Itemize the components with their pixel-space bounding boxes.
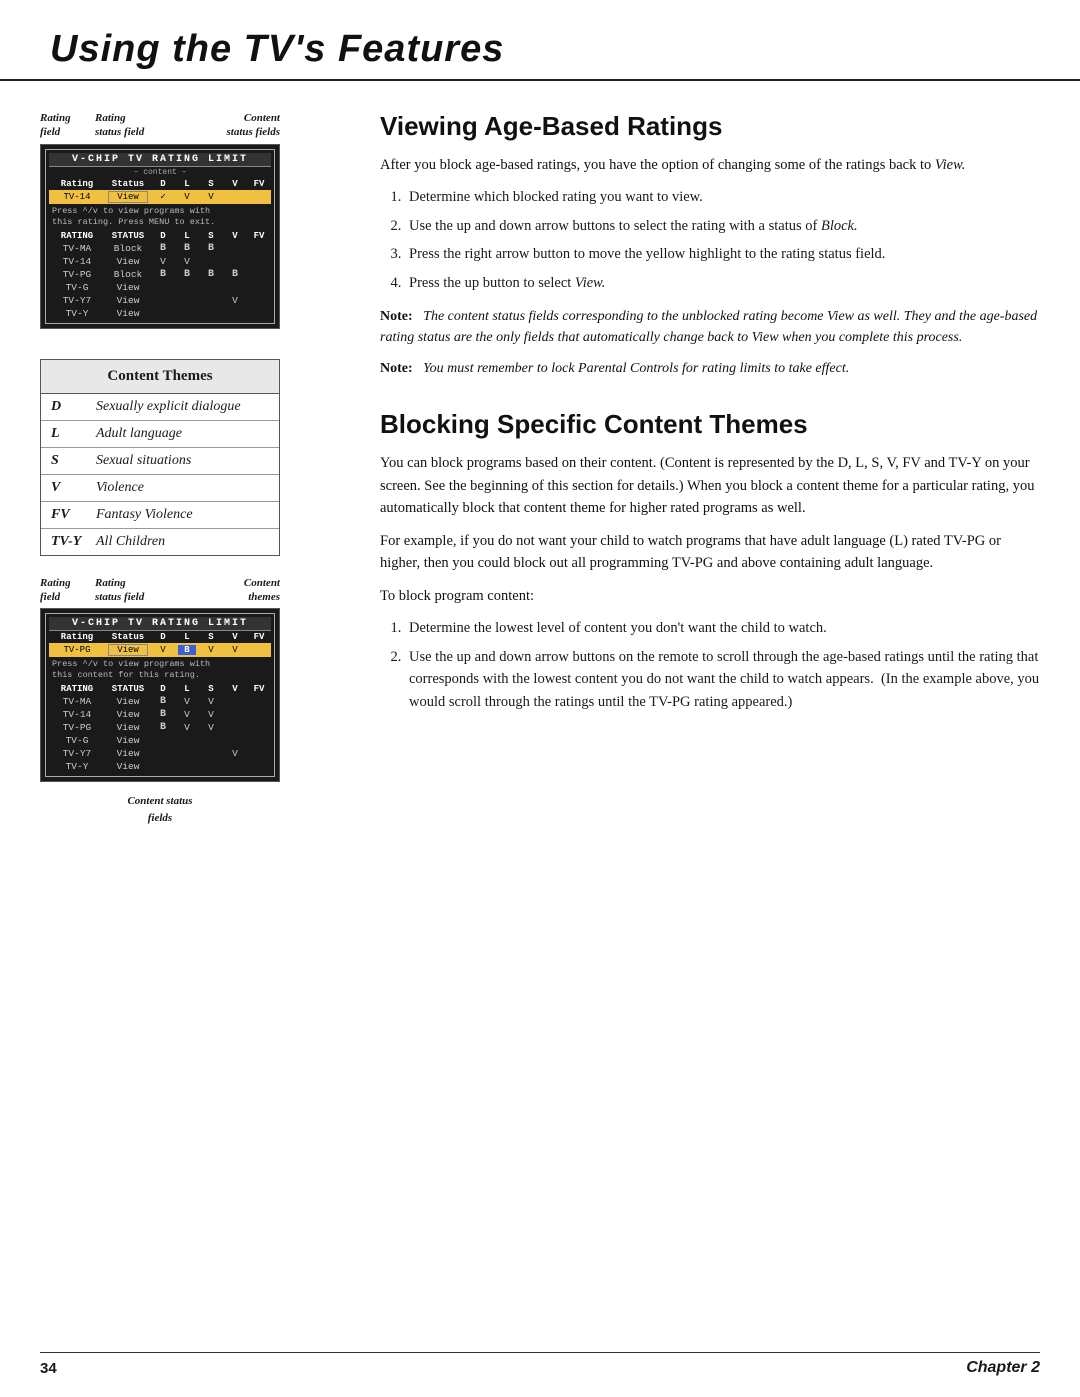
tv2-note: Press ^/v to view programs withthis cont… bbox=[49, 657, 271, 683]
ct-code-v: V bbox=[51, 480, 96, 496]
tv-subtitle: – content – bbox=[49, 167, 271, 178]
screen1-labels: Ratingfield Ratingstatus field Contentst… bbox=[40, 111, 280, 140]
tv2-data-row: TV-G View bbox=[49, 734, 271, 747]
section2-steps: Determine the lowest level of content yo… bbox=[405, 617, 1040, 713]
rating-field-label: Ratingfield bbox=[40, 111, 95, 140]
note2-label: Note: bbox=[380, 361, 413, 376]
footer-chapter: Chapter 2 bbox=[966, 1359, 1040, 1377]
tv-screen-1: V-CHIP TV RATING LIMIT – content – Ratin… bbox=[40, 144, 280, 329]
section2-intro-steps: To block program content: bbox=[380, 585, 1040, 607]
main-content: Ratingfield Ratingstatus field Contentst… bbox=[0, 111, 1080, 826]
screen2-content-label: Contentthemes bbox=[175, 576, 280, 605]
tv-data-row: TV-Y7 View V bbox=[49, 294, 271, 307]
ct-desc-v: Violence bbox=[96, 480, 144, 496]
ct-code-d: D bbox=[51, 399, 96, 415]
section1-step-3: Press the right arrow button to move the… bbox=[405, 243, 1040, 265]
content-themes-header: Content Themes bbox=[41, 360, 279, 394]
ct-desc-tvy: All Children bbox=[96, 534, 165, 550]
note2-block: Note: You must remember to lock Parental… bbox=[380, 358, 1040, 379]
tv-data-row: TV-14 View V V bbox=[49, 255, 271, 268]
ct-row-fv: FV Fantasy Violence bbox=[41, 502, 279, 529]
ct-desc-s: Sexual situations bbox=[96, 453, 191, 469]
tv2-col-header: Rating Status D L S V FV bbox=[49, 631, 271, 643]
ct-desc-l: Adult language bbox=[96, 426, 182, 442]
ct-code-tvy: TV-Y bbox=[51, 534, 96, 550]
rating-status-label: Ratingstatus field bbox=[95, 111, 170, 140]
right-column: Viewing Age-Based Ratings After you bloc… bbox=[370, 111, 1040, 826]
screen2-rating-label: Ratingfield bbox=[40, 576, 95, 605]
tv2-highlighted-row: TV-PG View V B V V bbox=[49, 643, 271, 657]
tv-data-row: TV-Y View bbox=[49, 307, 271, 320]
section2-title: Blocking Specific Content Themes bbox=[380, 409, 1040, 440]
ct-desc-fv: Fantasy Violence bbox=[96, 507, 193, 523]
tv-screen-2: V-CHIP TV RATING LIMIT Rating Status D L… bbox=[40, 608, 280, 782]
section1-steps: Determine which blocked rating you want … bbox=[405, 186, 1040, 294]
note1-block: Note: The content status fields correspo… bbox=[380, 306, 1040, 348]
tv-title-bar-2: V-CHIP TV RATING LIMIT bbox=[49, 617, 271, 631]
tv-col-header: Rating Status D L S V FV bbox=[49, 178, 271, 190]
section2-para2: For example, if you do not want your chi… bbox=[380, 530, 1040, 575]
screen2-labels: Ratingfield Ratingstatus field Contentth… bbox=[40, 576, 280, 605]
tv2-data-row: TV-14 View B V V bbox=[49, 708, 271, 721]
ct-row-d: D Sexually explicit dialogue bbox=[41, 394, 279, 421]
ct-code-fv: FV bbox=[51, 507, 96, 523]
content-status-fields-label: Content statusfields bbox=[40, 792, 280, 826]
section2-step-2: Use the up and down arrow buttons on the… bbox=[405, 646, 1040, 713]
content-status-label: Contentstatus fields bbox=[170, 111, 280, 140]
page-header: Using the TV's Features bbox=[0, 0, 1080, 81]
tv2-data-row: TV-PG View B V V bbox=[49, 721, 271, 734]
tv-title-bar-1: V-CHIP TV RATING LIMIT bbox=[49, 153, 271, 167]
tv-col-header-2: RATING STATUS D L S V FV bbox=[49, 230, 271, 242]
tv2-col-header-2: RATING STATUS D L S V FV bbox=[49, 683, 271, 695]
left-column: Ratingfield Ratingstatus field Contentst… bbox=[40, 111, 340, 826]
ct-desc-d: Sexually explicit dialogue bbox=[96, 399, 241, 415]
section1-intro: After you block age-based ratings, you h… bbox=[380, 154, 1040, 176]
tv-data-row: TV-G View bbox=[49, 281, 271, 294]
page-title: Using the TV's Features bbox=[50, 28, 1030, 71]
page-footer: 34 Chapter 2 bbox=[40, 1352, 1040, 1377]
ct-row-s: S Sexual situations bbox=[41, 448, 279, 475]
ct-row-l: L Adult language bbox=[41, 421, 279, 448]
ct-code-s: S bbox=[51, 453, 96, 469]
section1-step-4: Press the up button to select View. bbox=[405, 272, 1040, 294]
section1-step-1: Determine which blocked rating you want … bbox=[405, 186, 1040, 208]
tv2-data-row: TV-Y7 View V bbox=[49, 747, 271, 760]
footer-page-number: 34 bbox=[40, 1360, 57, 1377]
tv-data-row: TV-MA Block B B B bbox=[49, 242, 271, 255]
section1-title: Viewing Age-Based Ratings bbox=[380, 111, 1040, 142]
screen2-status-label: Ratingstatus field bbox=[95, 576, 175, 605]
section1-step-2: Use the up and down arrow buttons to sel… bbox=[405, 215, 1040, 237]
tv2-data-row: TV-MA View B V V bbox=[49, 695, 271, 708]
tv-highlighted-row: TV-14 View ✓ V V bbox=[49, 190, 271, 204]
section2-para1: You can block programs based on their co… bbox=[380, 452, 1040, 519]
tv-data-row: TV-PG Block B B B B bbox=[49, 268, 271, 281]
tv-note-1: Press ^/v to view programs withthis rati… bbox=[49, 204, 271, 230]
ct-row-tvy: TV-Y All Children bbox=[41, 529, 279, 555]
ct-row-v: V Violence bbox=[41, 475, 279, 502]
section2-step-1: Determine the lowest level of content yo… bbox=[405, 617, 1040, 639]
note1-label: Note: bbox=[380, 309, 413, 324]
content-themes-table: Content Themes D Sexually explicit dialo… bbox=[40, 359, 280, 556]
ct-code-l: L bbox=[51, 426, 96, 442]
tv2-data-row: TV-Y View bbox=[49, 760, 271, 773]
